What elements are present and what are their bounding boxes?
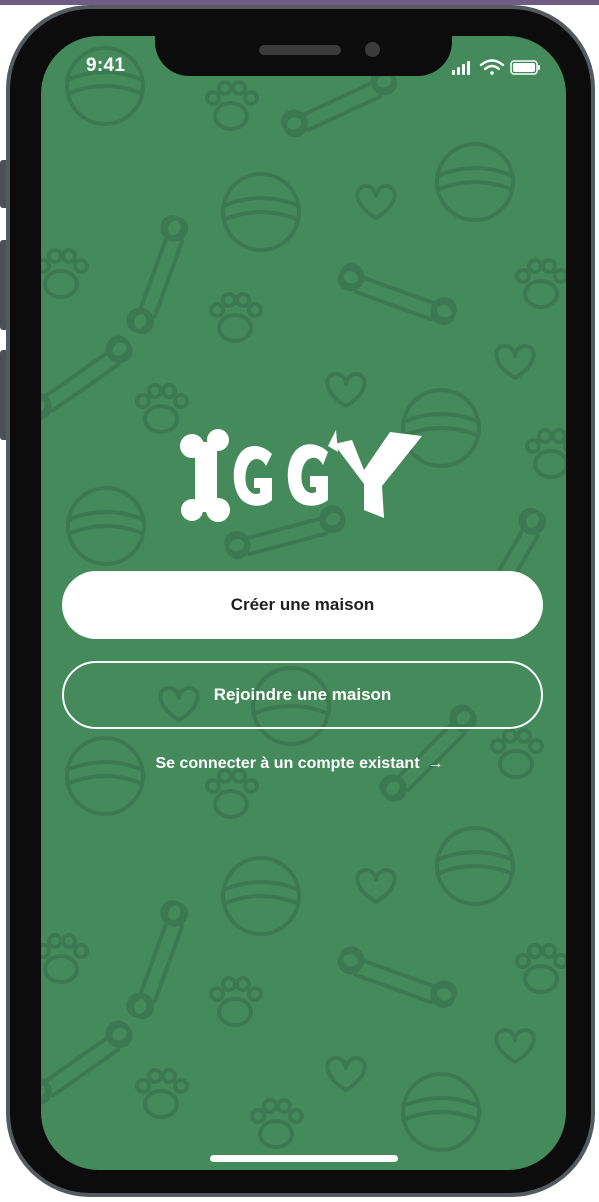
volume-up-button	[0, 240, 6, 330]
logo-bone-letter	[180, 429, 230, 522]
volume-down-button	[0, 350, 6, 440]
home-indicator[interactable]	[210, 1155, 398, 1162]
iggy-logo	[180, 429, 422, 522]
silent-switch	[0, 160, 6, 208]
battery-icon	[510, 60, 540, 75]
arrow-right-icon: →	[427, 755, 444, 772]
logo-letter-g2	[287, 444, 328, 506]
logo-ear-mark	[328, 430, 338, 452]
wifi-icon	[479, 59, 505, 75]
phone-notch	[155, 36, 452, 76]
signal-icon	[452, 61, 470, 75]
front-camera	[365, 42, 380, 57]
logo-letter-g1	[233, 446, 272, 506]
create-house-button[interactable]: Créer une maison	[62, 571, 543, 639]
join-house-button[interactable]: Rejoindre une maison	[62, 661, 543, 729]
status-time: 9:41	[86, 55, 126, 76]
logo-letter-y	[334, 432, 422, 518]
login-existing-account-link[interactable]: Se connecter à un compte existant →	[0, 751, 599, 777]
speaker-grille	[259, 45, 341, 55]
login-link-label: Se connecter à un compte existant	[155, 755, 420, 772]
status-icons	[452, 59, 540, 75]
